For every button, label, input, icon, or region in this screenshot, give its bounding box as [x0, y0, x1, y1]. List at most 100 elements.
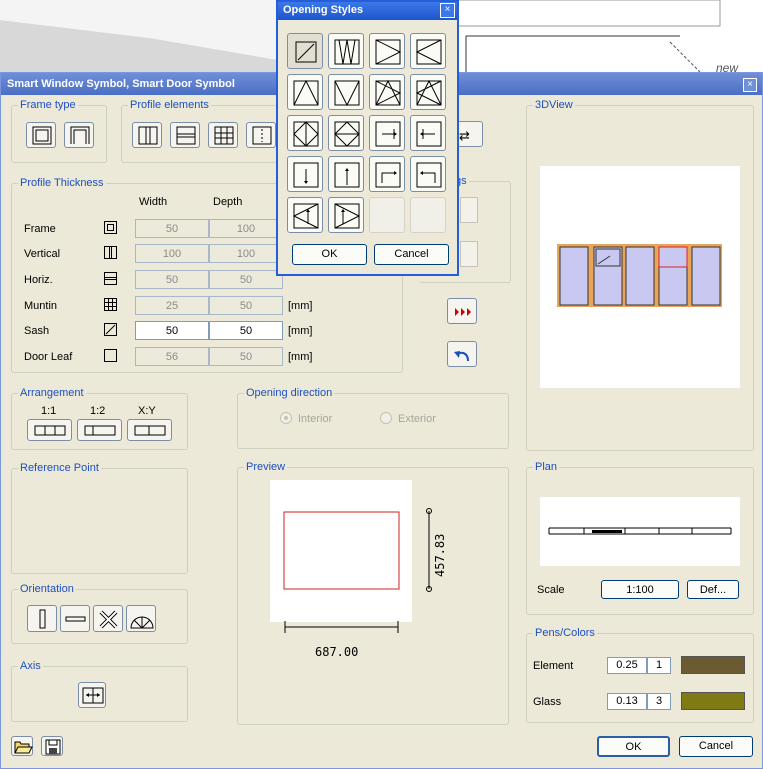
glass-color-swatch[interactable]	[681, 692, 745, 710]
apply-all-button[interactable]	[447, 298, 477, 324]
style-tilt-slide-right-button[interactable]	[328, 197, 364, 233]
element-pen-value: 0.25	[616, 659, 638, 671]
door-leaf-width-field[interactable]	[135, 347, 209, 366]
custom-split-icon	[134, 425, 166, 436]
hidden-field-2[interactable]	[460, 241, 478, 267]
style-bottom-hung-button[interactable]	[328, 74, 364, 110]
style-lift-slide-left-button[interactable]	[410, 156, 446, 192]
row-label: Door Leaf	[24, 351, 73, 363]
open-file-button[interactable]	[11, 736, 33, 756]
orientation-horizontal-button[interactable]	[60, 605, 90, 632]
plan-drawing	[548, 527, 732, 535]
style-folding-button[interactable]	[328, 33, 364, 69]
plan-canvas[interactable]	[540, 497, 740, 566]
frame-width-field[interactable]	[135, 219, 209, 238]
horizontal-bar-icon	[65, 616, 86, 622]
scale-button[interactable]: 1:100	[601, 580, 679, 599]
style-slide-down-button[interactable]	[287, 156, 323, 192]
sash-depth-field[interactable]	[209, 321, 283, 340]
profile-muntin-button[interactable]	[208, 122, 238, 148]
undo-button[interactable]	[447, 341, 477, 367]
arrangement-1-1-button[interactable]	[27, 419, 72, 441]
glass-pen-field[interactable]: 0.13	[607, 693, 647, 710]
profile-horizontal-button[interactable]	[170, 122, 200, 148]
glass-pen-value: 0.13	[616, 695, 638, 707]
opening-styles-title-bar[interactable]: Opening Styles	[278, 2, 457, 20]
casement-diagonal-icon	[295, 41, 317, 63]
exterior-radio[interactable]	[380, 412, 392, 424]
orientation-vertical-button[interactable]	[27, 605, 57, 632]
arc-fan-icon	[130, 616, 154, 629]
vertical-width-field[interactable]	[135, 244, 209, 263]
style-empty-slot-1	[369, 197, 405, 233]
opening-direction-group: Opening direction	[237, 387, 509, 449]
horiz-width-field[interactable]	[135, 270, 209, 289]
profile-vertical-button[interactable]	[132, 122, 162, 148]
element-pen-number-value: 1	[655, 659, 663, 671]
def-button[interactable]: Def...	[687, 580, 739, 599]
style-casement-diagonal-button[interactable]	[287, 33, 323, 69]
door-frame-icon	[70, 126, 90, 144]
horizontal-split-icon	[176, 126, 196, 145]
frame-icon	[104, 221, 117, 234]
hidden-field-1[interactable]	[460, 197, 478, 223]
reference-point-title: Reference Point	[18, 462, 101, 474]
muntin-width-field[interactable]	[135, 296, 209, 315]
depth-column-header: Depth	[213, 196, 243, 208]
vertical-bar-icon	[39, 609, 46, 629]
style-side-hung-left-button[interactable]	[369, 33, 405, 69]
window-3d-render	[557, 244, 722, 307]
profile-center-button[interactable]	[246, 122, 276, 148]
opening-styles-cancel-button[interactable]: Cancel	[374, 244, 449, 265]
frame-type-title: Frame type	[18, 99, 78, 111]
style-side-hung-right-button[interactable]	[410, 33, 446, 69]
orientation-cross-button[interactable]	[93, 605, 123, 632]
style-slide-right-button[interactable]	[369, 115, 405, 151]
tilt-turn-right-icon	[415, 79, 442, 106]
view3d-canvas[interactable]	[540, 166, 740, 388]
style-tilt-slide-left-button[interactable]	[287, 197, 323, 233]
style-slide-up-button[interactable]	[328, 156, 364, 192]
vertical-depth-field[interactable]	[209, 244, 283, 263]
muntin-depth-field[interactable]	[209, 296, 283, 315]
style-pivot-horizontal-button[interactable]	[328, 115, 364, 151]
cross-icon	[99, 610, 118, 629]
save-file-button[interactable]	[41, 736, 63, 756]
interior-radio[interactable]	[280, 412, 292, 424]
arrangement-1-2-button[interactable]	[77, 419, 122, 441]
unit-label: [mm]	[288, 351, 313, 363]
axis-button[interactable]	[78, 682, 106, 708]
preview-dimensions	[284, 508, 432, 633]
pivot-vertical-icon	[293, 121, 319, 147]
element-pen-field[interactable]: 0.25	[607, 657, 647, 674]
opening-styles-close-button[interactable]: ×	[440, 3, 455, 18]
element-color-swatch[interactable]	[681, 656, 745, 674]
cancel-button[interactable]: Cancel	[679, 736, 753, 757]
opening-styles-ok-button[interactable]: OK	[292, 244, 367, 265]
opening-styles-cancel-label: Cancel	[394, 248, 429, 260]
horiz-depth-field[interactable]	[209, 270, 283, 289]
sash-width-field[interactable]	[135, 321, 209, 340]
folding-icon	[334, 39, 360, 65]
style-slide-left-button[interactable]	[410, 115, 446, 151]
frame-type-door-button[interactable]	[64, 122, 94, 148]
glass-pen-number[interactable]: 3	[647, 693, 671, 710]
tilt-turn-left-icon	[375, 79, 402, 106]
ok-button[interactable]: OK	[597, 736, 670, 757]
frame-type-rect-button[interactable]	[26, 122, 56, 148]
frame-depth-field[interactable]	[209, 219, 283, 238]
style-pivot-vertical-button[interactable]	[287, 115, 323, 151]
orientation-arc-button[interactable]	[126, 605, 156, 632]
frame-type-group: Frame type	[11, 99, 107, 163]
style-tilt-turn-right-button[interactable]	[410, 74, 446, 110]
style-top-hung-button[interactable]	[287, 74, 323, 110]
style-tilt-turn-left-button[interactable]	[369, 74, 405, 110]
style-lift-slide-right-button[interactable]	[369, 156, 405, 192]
element-pen-number[interactable]: 1	[647, 657, 671, 674]
door-leaf-depth-field[interactable]	[209, 347, 283, 366]
arrangement-x-y-button[interactable]	[127, 419, 172, 441]
exterior-label: Exterior	[398, 413, 436, 425]
vertical-split-icon	[138, 126, 158, 145]
main-close-button[interactable]: ×	[743, 78, 757, 92]
row-label: Horiz.	[24, 274, 53, 286]
